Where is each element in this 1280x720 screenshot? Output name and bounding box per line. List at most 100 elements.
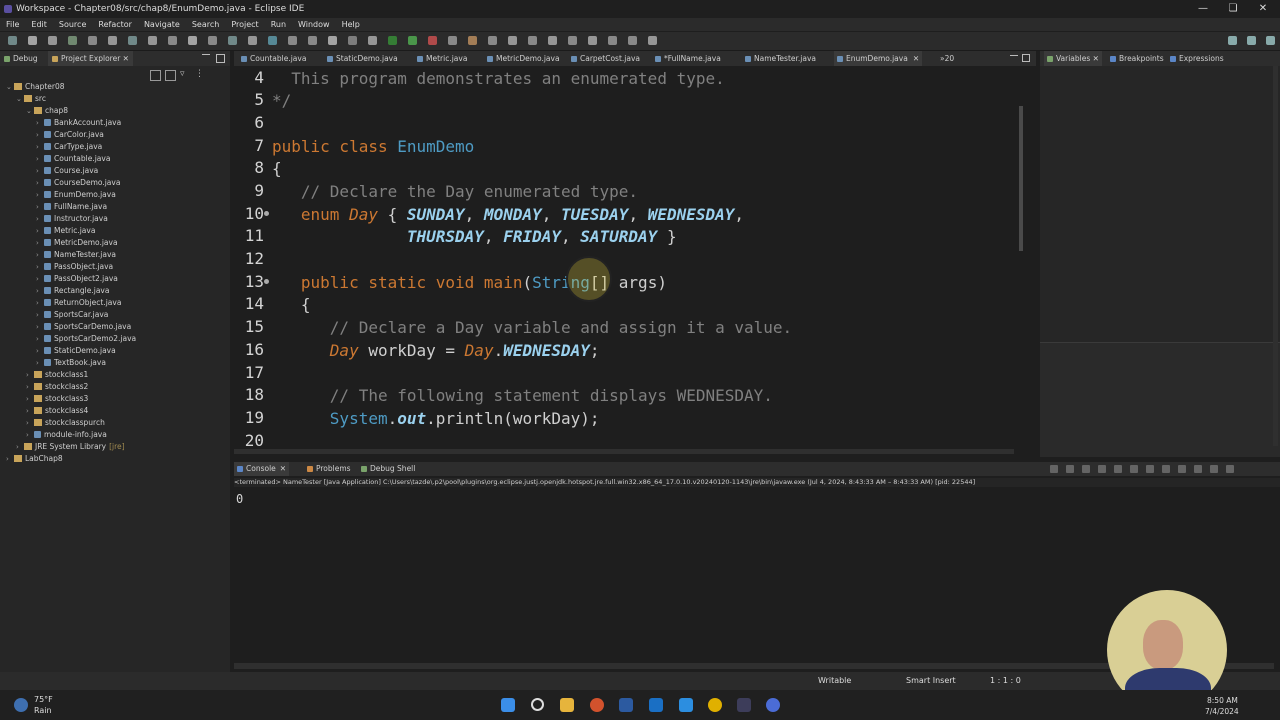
editor-tab[interactable]: CarpetCost.java [568,51,643,66]
tree-package[interactable]: › stockclass2 [26,381,88,393]
close-icon[interactable]: ✕ [280,464,286,473]
tree-file[interactable]: › StaticDemo.java [36,345,116,357]
expand-icon[interactable]: › [36,201,44,213]
tree-file[interactable]: › EnumDemo.java [36,189,116,201]
menu-run[interactable]: Run [265,18,292,31]
toolbar-icon[interactable] [88,36,97,45]
tree-file[interactable]: › BankAccount.java [36,117,121,129]
perspective-icon[interactable] [1247,36,1256,45]
expand-icon[interactable]: › [36,153,44,165]
toolbar-icon[interactable] [208,36,217,45]
tree-file[interactable]: › CarColor.java [36,129,104,141]
tree-file[interactable]: › Rectangle.java [36,285,109,297]
close-icon[interactable]: ✕ [1093,54,1099,63]
toolbar-icon[interactable] [188,36,197,45]
expand-icon[interactable]: › [36,321,44,333]
tree-src[interactable]: ⌄ src [16,93,46,105]
toolbar-icon[interactable] [68,36,77,45]
toolbar-icon[interactable] [408,36,417,45]
editor-tab[interactable]: Countable.java [238,51,309,66]
expand-icon[interactable]: › [36,345,44,357]
expand-icon[interactable]: › [26,429,34,441]
close-icon[interactable]: ✕ [123,54,129,63]
expand-icon[interactable]: ⌄ [26,105,34,117]
store-icon[interactable] [619,698,633,712]
tree-file[interactable]: › module-info.java [26,429,107,441]
search-icon[interactable] [531,698,544,711]
menu-help[interactable]: Help [336,18,366,31]
console-toolbar-icon[interactable] [1210,465,1218,473]
maximize-button[interactable]: ❏ [1218,0,1248,18]
toolbar-icon[interactable] [548,36,557,45]
expand-icon[interactable]: › [36,225,44,237]
toolbar-icon[interactable] [248,36,257,45]
toolbar-icon[interactable] [388,36,397,45]
expand-icon[interactable]: › [36,249,44,261]
toolbar-icon[interactable] [468,36,477,45]
toolbar-icon[interactable] [288,36,297,45]
toolbar-icon[interactable] [588,36,597,45]
expand-icon[interactable]: › [36,177,44,189]
tree-file[interactable]: › CarType.java [36,141,102,153]
view-menu-icon[interactable]: ⋮ [195,70,204,79]
perspective-icon[interactable] [1266,36,1275,45]
console-toolbar-icon[interactable] [1162,465,1170,473]
minimize-button[interactable]: — [1188,0,1218,18]
close-button[interactable]: ✕ [1248,0,1278,18]
chrome-icon[interactable] [708,698,722,712]
menu-search[interactable]: Search [186,18,225,31]
tree-file[interactable]: › FullName.java [36,201,107,213]
console-toolbar-icon[interactable] [1050,465,1058,473]
toolbar-icon[interactable] [148,36,157,45]
weather-icon[interactable] [14,698,28,712]
toolbar-icon[interactable] [608,36,617,45]
expand-icon[interactable]: › [36,357,44,369]
tree-file[interactable]: › PassObject2.java [36,273,118,285]
toolbar-icon[interactable] [28,36,37,45]
expand-icon[interactable]: › [16,441,24,453]
tree-file[interactable]: › MetricDemo.java [36,237,118,249]
console-toolbar-icon[interactable] [1114,465,1122,473]
expand-icon[interactable]: › [36,261,44,273]
toolbar-icon[interactable] [308,36,317,45]
perspective-icon[interactable] [1228,36,1237,45]
editor-tab[interactable]: NameTester.java [742,51,819,66]
editor-tab[interactable]: StaticDemo.java [324,51,401,66]
status-insert-mode[interactable]: Smart Insert [906,672,956,690]
tab-debug[interactable]: Debug [4,51,38,66]
tree-file[interactable]: › Metric.java [36,225,95,237]
toolbar-icon[interactable] [508,36,517,45]
obs-icon[interactable] [766,698,780,712]
editor-tab[interactable]: *FullName.java [652,51,724,66]
toolbar-icon[interactable] [48,36,57,45]
minimize-view-icon[interactable] [202,54,210,63]
app-icon[interactable] [590,698,604,712]
collapse-all-icon[interactable] [150,70,161,81]
expand-icon[interactable]: › [36,273,44,285]
tree-jre[interactable]: › JRE System Library [jre] [16,441,125,453]
tree-file[interactable]: › CourseDemo.java [36,177,120,189]
tree-file[interactable]: › SportsCarDemo.java [36,321,131,333]
fold-marker-icon[interactable] [264,211,269,216]
menu-navigate[interactable]: Navigate [138,18,186,31]
console-toolbar-icon[interactable] [1194,465,1202,473]
console-toolbar-icon[interactable] [1226,465,1234,473]
expand-icon[interactable]: › [36,309,44,321]
tree-package[interactable]: ⌄ chap8 [26,105,68,117]
tree-file[interactable]: › SportsCar.java [36,309,108,321]
tree-package[interactable]: › stockclasspurch [26,417,105,429]
teams-icon[interactable] [679,698,693,712]
console-toolbar-icon[interactable] [1066,465,1074,473]
code-editor[interactable]: 4 5 6 7 8 9 10 11 12 13 14 15 16 17 18 19 20 This progra… [234,66,1030,456]
console-toolbar-icon[interactable] [1082,465,1090,473]
expand-icon[interactable]: › [36,333,44,345]
console-toolbar-icon[interactable] [1098,465,1106,473]
eclipse-taskbar-icon[interactable] [737,698,751,712]
menu-refactor[interactable]: Refactor [92,18,138,31]
filter-icon[interactable]: ▿ [180,70,189,79]
expand-icon[interactable]: › [26,369,34,381]
expand-icon[interactable]: ⌄ [16,93,24,105]
expand-icon[interactable]: › [36,189,44,201]
expand-icon[interactable]: › [36,297,44,309]
tree-package[interactable]: › stockclass4 [26,405,88,417]
